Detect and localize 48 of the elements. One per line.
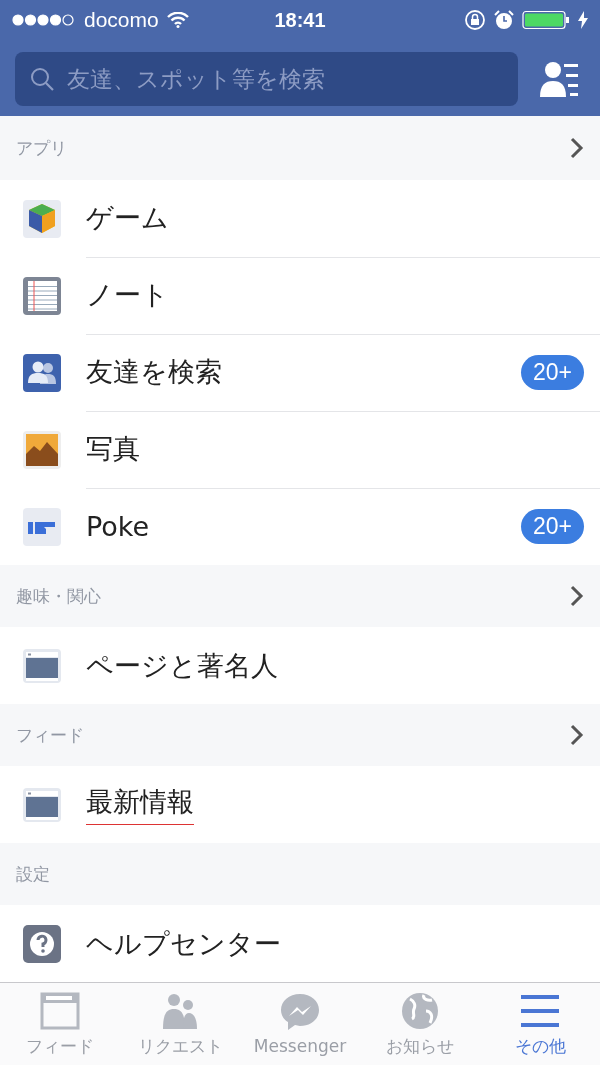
signal-icon <box>12 14 76 26</box>
section-header[interactable]: アプリ <box>0 116 600 181</box>
tab[interactable]: フィード <box>0 983 120 1065</box>
menu-item[interactable]: 友達を検索 20+ <box>0 334 600 412</box>
charging-icon <box>578 11 588 29</box>
wifi-icon <box>166 12 189 28</box>
carrier-name: docomo <box>84 8 159 32</box>
help-icon <box>22 923 62 964</box>
news-feed-icon <box>38 990 82 1031</box>
rotation-lock-icon <box>464 9 486 31</box>
menu-item[interactable]: ページと著名人 <box>0 627 600 705</box>
menu-item[interactable]: Poke 20+ <box>0 488 600 566</box>
clock-time: 18:41 <box>274 8 326 32</box>
chat-bubble-icon <box>278 992 322 1033</box>
menu-item[interactable]: 写真 <box>0 411 600 489</box>
search-field[interactable]: 友達、スポット等を検索 <box>15 52 518 106</box>
chevron-right-icon <box>570 585 584 608</box>
friend-list-icon[interactable] <box>540 60 580 98</box>
item-label: ノート <box>86 278 169 313</box>
count-badge: 20+ <box>521 354 584 390</box>
people-icon <box>22 352 62 393</box>
mountain-icon <box>22 429 62 470</box>
notebook-icon <box>22 275 62 316</box>
item-label: Poke <box>86 511 150 543</box>
cube-icon <box>22 198 62 239</box>
item-label: 写真 <box>86 432 140 467</box>
battery-icon <box>522 10 570 30</box>
item-label: ゲーム <box>86 201 169 236</box>
item-label: ヘルプセンター <box>86 926 281 961</box>
menu-item[interactable]: ノート <box>0 257 600 335</box>
menu-item[interactable]: ヘルプセンター <box>0 905 600 983</box>
count-badge: 20+ <box>521 509 584 545</box>
tab[interactable]: リクエスト <box>120 983 240 1065</box>
item-label: 友達を検索 <box>86 355 222 390</box>
item-label: 最新情報 <box>86 784 194 826</box>
section-header[interactable]: 趣味・関心 <box>0 565 600 628</box>
chevron-right-icon <box>570 724 584 747</box>
item-label: ページと著名人 <box>86 648 278 683</box>
section-header[interactable]: 設定 <box>0 843 600 906</box>
pointing-hand-icon <box>22 506 62 547</box>
tab[interactable]: お知らせ <box>360 983 480 1065</box>
chevron-right-icon <box>570 137 584 160</box>
section-header[interactable]: フィード <box>0 704 600 767</box>
tab[interactable]: Messenger <box>240 983 360 1065</box>
alarm-icon <box>494 10 514 30</box>
menu-item[interactable]: 最新情報 <box>0 766 600 844</box>
menu-item[interactable]: ゲーム <box>0 180 600 258</box>
tab[interactable]: その他 <box>480 983 600 1065</box>
